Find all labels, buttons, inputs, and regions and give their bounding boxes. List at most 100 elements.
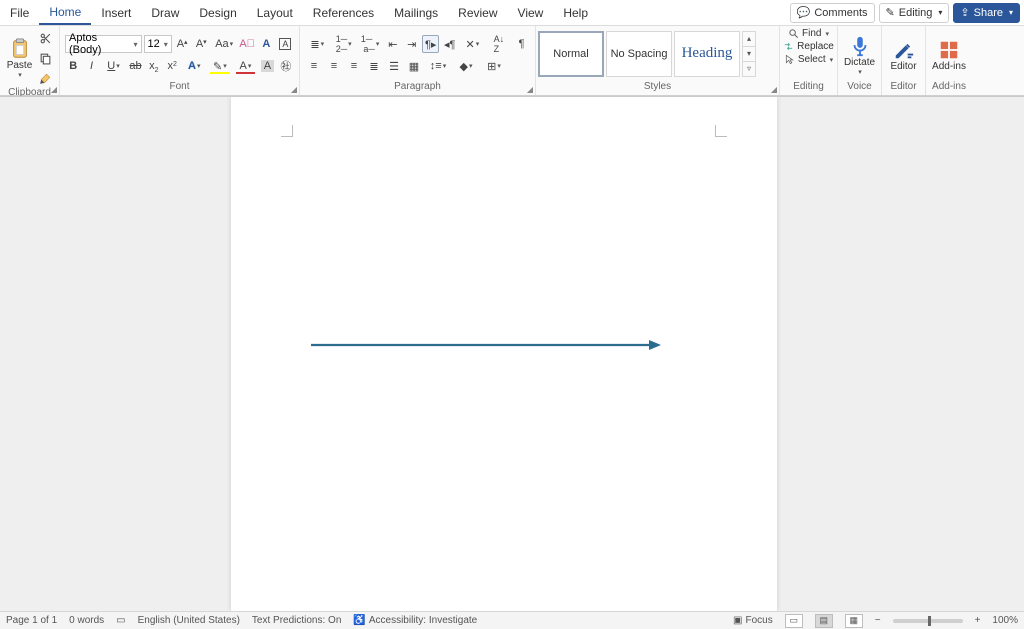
clipboard-launcher[interactable]: ◢: [51, 85, 57, 94]
grow-font-button[interactable]: A▴: [174, 35, 191, 53]
dictate-label: Dictate: [844, 57, 875, 68]
style-no-spacing[interactable]: No Spacing: [606, 31, 672, 77]
find-button[interactable]: Find▾: [786, 28, 831, 39]
tab-references[interactable]: References: [303, 0, 384, 25]
grow-font-icon: A▴: [177, 38, 188, 50]
clear-formatting-button[interactable]: A⃠: [239, 35, 256, 53]
zoom-level[interactable]: 100%: [992, 615, 1018, 626]
tab-help[interactable]: Help: [553, 0, 598, 25]
subscript-button[interactable]: x2: [146, 57, 162, 75]
group-paragraph: ≣▾ 1─2─▾ 1─ a─▾ ⇤ ⇥ ¶▸ ◂¶ ✕▾ A↓Z ¶ ≡ ≡ ≡…: [300, 26, 536, 95]
enclose-chars-button[interactable]: ㊓: [278, 57, 294, 75]
editor-button[interactable]: Editor: [887, 29, 920, 81]
tab-review[interactable]: Review: [448, 0, 507, 25]
status-spellcheck[interactable]: ▭: [116, 615, 125, 626]
view-print-layout[interactable]: ▤: [815, 614, 833, 628]
select-button[interactable]: Select▾: [782, 54, 835, 65]
status-language[interactable]: English (United States): [138, 615, 240, 626]
align-right-button[interactable]: ≡: [345, 57, 363, 75]
tab-layout[interactable]: Layout: [247, 0, 303, 25]
distributed-icon: ☰: [389, 60, 399, 73]
strikethrough-button[interactable]: ab: [127, 57, 143, 75]
bold-button[interactable]: B: [65, 57, 81, 75]
phonetic-guide-button[interactable]: A: [258, 35, 275, 53]
italic-button[interactable]: I: [83, 57, 99, 75]
numbering-button[interactable]: 1─2─▾: [331, 35, 355, 53]
asian-layout-button[interactable]: ✕▾: [460, 35, 484, 53]
focus-mode-button[interactable]: ▣ Focus: [733, 615, 773, 626]
document-area[interactable]: [0, 96, 1024, 611]
addins-button[interactable]: Add-ins: [931, 29, 967, 81]
highlight-button[interactable]: ✎▾: [208, 57, 232, 75]
comments-button[interactable]: 💬 Comments: [790, 3, 875, 23]
char-border-button[interactable]: A: [277, 35, 294, 53]
multilevel-button[interactable]: 1─ a─▾: [358, 35, 382, 53]
char-shading-button[interactable]: A: [259, 57, 275, 75]
replace-button[interactable]: Replace: [781, 41, 836, 52]
copy-button[interactable]: [36, 49, 54, 67]
align-center-button[interactable]: ≡: [325, 57, 343, 75]
zoom-in-button[interactable]: +: [975, 615, 981, 626]
read-mode-icon: ▭: [789, 615, 798, 626]
ltr-button[interactable]: ¶▸: [422, 35, 439, 53]
paste-button[interactable]: Paste ▾: [5, 32, 34, 84]
tab-mailings[interactable]: Mailings: [384, 0, 448, 25]
align-left-button[interactable]: ≡: [305, 57, 323, 75]
tab-view[interactable]: View: [508, 0, 554, 25]
shading-button[interactable]: ◆▾: [453, 57, 479, 75]
bullets-button[interactable]: ≣▾: [305, 35, 329, 53]
tab-insert[interactable]: Insert: [91, 0, 141, 25]
status-accessibility[interactable]: ♿ Accessibility: Investigate: [353, 615, 477, 626]
page[interactable]: [231, 97, 777, 611]
superscript-button[interactable]: x2: [164, 57, 180, 75]
share-button[interactable]: ⇪ Share ▾: [953, 3, 1020, 23]
styles-launcher[interactable]: ◢: [771, 85, 777, 94]
status-words[interactable]: 0 words: [69, 615, 104, 626]
font-size-select[interactable]: 12 ▾: [144, 35, 172, 53]
zoom-out-button[interactable]: −: [875, 615, 881, 626]
line-spacing-button[interactable]: ↕≡▾: [425, 57, 451, 75]
status-predictions[interactable]: Text Predictions: On: [252, 615, 341, 626]
style-normal[interactable]: Normal: [538, 31, 604, 77]
styles-scroll-up[interactable]: ▴: [743, 32, 755, 47]
cut-button[interactable]: [36, 29, 54, 47]
tab-design[interactable]: Design: [189, 0, 246, 25]
borders-button[interactable]: ⊞▾: [481, 57, 507, 75]
increase-indent-button[interactable]: ⇥: [403, 35, 420, 53]
search-icon: [788, 28, 799, 39]
rtl-button[interactable]: ◂¶: [441, 35, 458, 53]
tab-draw[interactable]: Draw: [141, 0, 189, 25]
dictate-button[interactable]: Dictate ▾: [843, 29, 876, 81]
tab-home[interactable]: Home: [39, 0, 91, 25]
zoom-thumb[interactable]: [928, 616, 931, 626]
paragraph-launcher[interactable]: ◢: [527, 85, 533, 94]
font-launcher[interactable]: ◢: [291, 85, 297, 94]
replace-label: Replace: [797, 41, 834, 52]
status-page[interactable]: Page 1 of 1: [6, 615, 57, 626]
font-color-button[interactable]: A▾: [234, 57, 258, 75]
arrow-shape[interactable]: [311, 337, 661, 347]
tab-file[interactable]: File: [0, 0, 39, 25]
ribbon-tabs: File Home Insert Draw Design Layout Refe…: [0, 0, 1024, 26]
style-heading-1[interactable]: Heading: [674, 31, 740, 77]
styles-expand[interactable]: ▿: [743, 62, 755, 76]
shrink-font-button[interactable]: A▾: [193, 35, 210, 53]
underline-button[interactable]: U▾: [102, 57, 126, 75]
share-icon: ⇪: [960, 6, 969, 19]
zoom-slider[interactable]: [893, 619, 963, 623]
distributed-button[interactable]: ☰: [385, 57, 403, 75]
justify-button[interactable]: ≣: [365, 57, 383, 75]
sort-button[interactable]: A↓Z: [487, 35, 511, 53]
text-effects-button[interactable]: A▾: [182, 57, 206, 75]
decrease-indent-button[interactable]: ⇤: [384, 35, 401, 53]
change-case-button[interactable]: Aa▾: [212, 35, 237, 53]
chevron-down-icon: ▾: [18, 71, 22, 79]
view-read-mode[interactable]: ▭: [785, 614, 803, 628]
styles-scroll-down[interactable]: ▾: [743, 47, 755, 62]
editing-mode-button[interactable]: ✎ Editing ▾: [879, 3, 950, 23]
show-marks-button[interactable]: ¶: [513, 35, 530, 53]
view-web-layout[interactable]: ▦: [845, 614, 863, 628]
snap-grid-button[interactable]: ▦: [405, 57, 423, 75]
font-name-select[interactable]: Aptos (Body) ▾: [65, 35, 142, 53]
font-size-value: 12: [148, 38, 160, 50]
